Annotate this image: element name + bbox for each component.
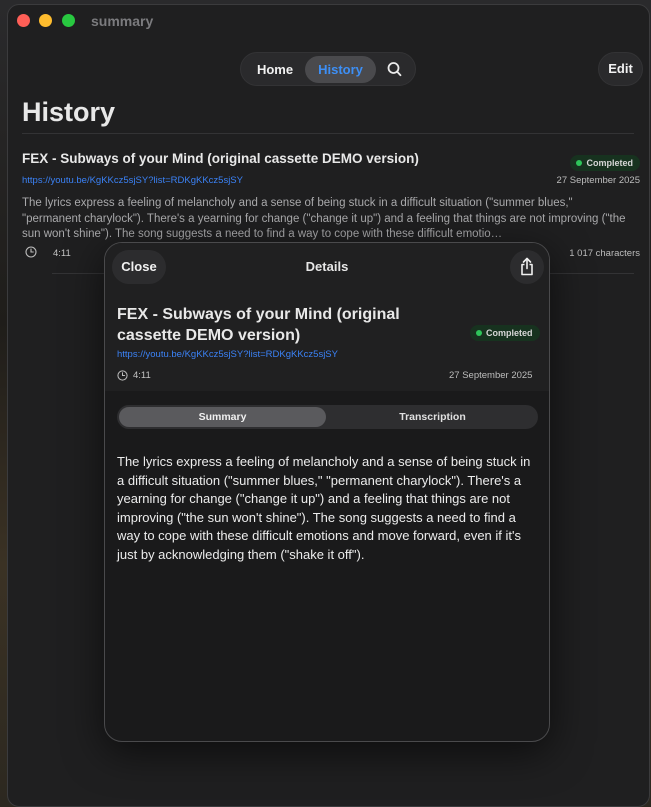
status-dot-icon <box>476 330 482 336</box>
nav-segmented-control: Home History <box>240 52 416 86</box>
details-status-badge: Completed <box>470 325 540 341</box>
share-button[interactable] <box>510 250 544 284</box>
divider <box>22 133 634 134</box>
search-icon <box>387 62 402 77</box>
window-close-button[interactable] <box>17 14 30 27</box>
item-date: 27 September 2025 <box>556 175 640 186</box>
details-summary-text: The lyrics express a feeling of melancho… <box>117 454 531 562</box>
window-zoom-button[interactable] <box>62 14 75 27</box>
status-badge-label: Completed <box>486 328 533 338</box>
sheet-title: Details <box>305 259 349 274</box>
item-character-count: 1 017 characters <box>569 248 640 259</box>
tab-summary[interactable]: Summary <box>119 407 326 427</box>
details-song-title: FEX - Subways of your Mind (original cas… <box>117 306 400 344</box>
item-url-link[interactable]: https://youtu.be/KgKKcz5sjSY?list=RDKgKK… <box>22 175 243 186</box>
window-title: summary <box>91 13 154 29</box>
details-segmented-control: Summary Transcription <box>117 405 538 429</box>
window-minimize-button[interactable] <box>39 14 52 27</box>
share-icon <box>521 257 533 276</box>
clock-icon <box>117 370 128 381</box>
tab-transcription[interactable]: Transcription <box>329 407 536 427</box>
item-title: FEX - Subways of your Mind (original cas… <box>22 151 419 166</box>
details-sheet: Close Details FEX - Subways of your Mind… <box>104 242 550 742</box>
details-date: 27 September 2025 <box>449 370 533 381</box>
item-duration: 4:11 <box>53 248 71 259</box>
status-badge-label: Completed <box>586 158 633 168</box>
details-duration: 4:11 <box>133 370 151 381</box>
status-badge: Completed <box>570 155 640 171</box>
details-url-link[interactable]: https://youtu.be/KgKKcz5sjSY?list=RDKgKK… <box>117 349 338 360</box>
nav-home-tab[interactable]: Home <box>246 56 304 83</box>
title-bar: summary <box>8 5 649 37</box>
clock-icon <box>25 246 37 258</box>
nav-history-tab[interactable]: History <box>305 56 376 83</box>
search-button[interactable] <box>381 56 409 83</box>
edit-button[interactable]: Edit <box>598 52 643 86</box>
page-title: History <box>22 97 116 127</box>
item-summary: The lyrics express a feeling of melancho… <box>22 197 626 240</box>
status-dot-icon <box>576 160 583 166</box>
